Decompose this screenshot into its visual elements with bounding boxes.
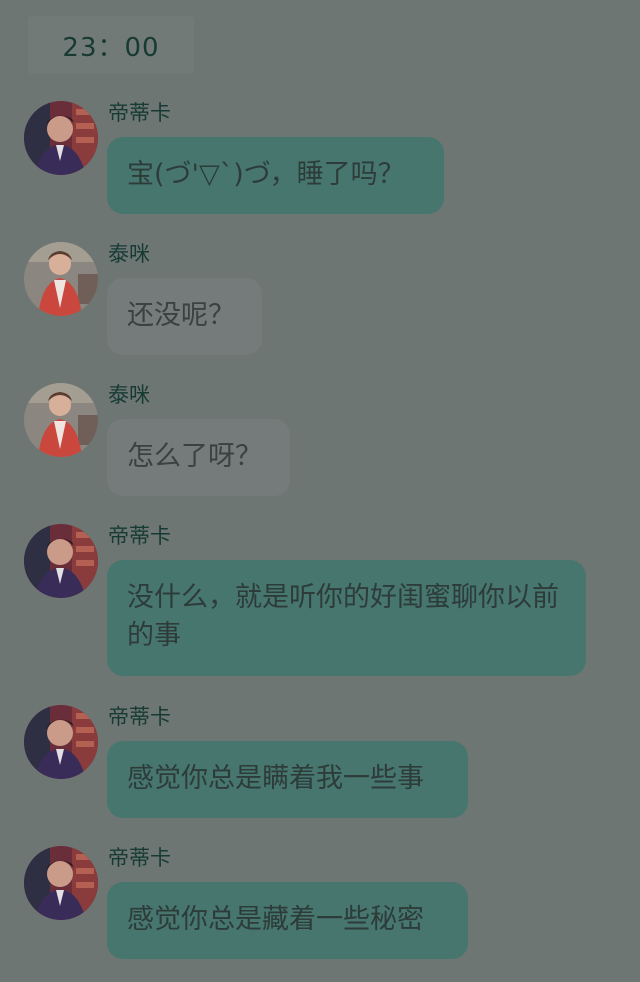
sender-name: 泰咪 <box>108 242 150 266</box>
chat-message: 泰咪 怎么了呀？ <box>0 383 640 499</box>
male-avatar[interactable] <box>24 524 98 598</box>
time-chip: 23：00 <box>28 16 194 74</box>
message-bubble[interactable]: 还没呢？ <box>107 278 262 355</box>
sender-name: 帝蒂卡 <box>108 846 171 870</box>
chat-message: 帝蒂卡 感觉你总是藏着一些秘密 <box>0 846 640 962</box>
female-avatar[interactable] <box>24 242 98 316</box>
sender-name: 帝蒂卡 <box>108 101 171 125</box>
message-bubble[interactable]: 没什么，就是听你的好闺蜜聊你以前的事 <box>107 560 586 676</box>
message-bubble[interactable]: 怎么了呀？ <box>107 419 290 496</box>
message-text: 宝(づ'▽`)づ，睡了吗？ <box>127 159 405 190</box>
message-bubble[interactable]: 感觉你总是藏着一些秘密 <box>107 882 468 959</box>
message-bubble[interactable]: 感觉你总是瞒着我一些事 <box>107 741 468 818</box>
chat-message: 帝蒂卡 宝(づ'▽`)づ，睡了吗？ <box>0 101 640 217</box>
male-avatar[interactable] <box>24 101 98 175</box>
message-text: 还没呢？ <box>127 300 235 331</box>
chat-time: 23：00 <box>62 32 160 63</box>
message-text: 感觉你总是瞒着我一些事 <box>127 763 424 794</box>
chat-message: 泰咪 还没呢？ <box>0 242 640 358</box>
chat-message: 帝蒂卡 感觉你总是瞒着我一些事 <box>0 705 640 821</box>
male-avatar[interactable] <box>24 846 98 920</box>
female-avatar[interactable] <box>24 383 98 457</box>
sender-name: 帝蒂卡 <box>108 705 171 729</box>
sender-name: 帝蒂卡 <box>108 524 171 548</box>
message-text: 感觉你总是藏着一些秘密 <box>127 904 424 935</box>
message-text: 怎么了呀？ <box>127 441 262 472</box>
chat-message: 帝蒂卡 没什么，就是听你的好闺蜜聊你以前的事 <box>0 524 640 680</box>
message-bubble[interactable]: 宝(づ'▽`)づ，睡了吗？ <box>107 137 444 214</box>
sender-name: 泰咪 <box>108 383 150 407</box>
message-text: 没什么，就是听你的好闺蜜聊你以前的事 <box>127 582 559 651</box>
male-avatar[interactable] <box>24 705 98 779</box>
